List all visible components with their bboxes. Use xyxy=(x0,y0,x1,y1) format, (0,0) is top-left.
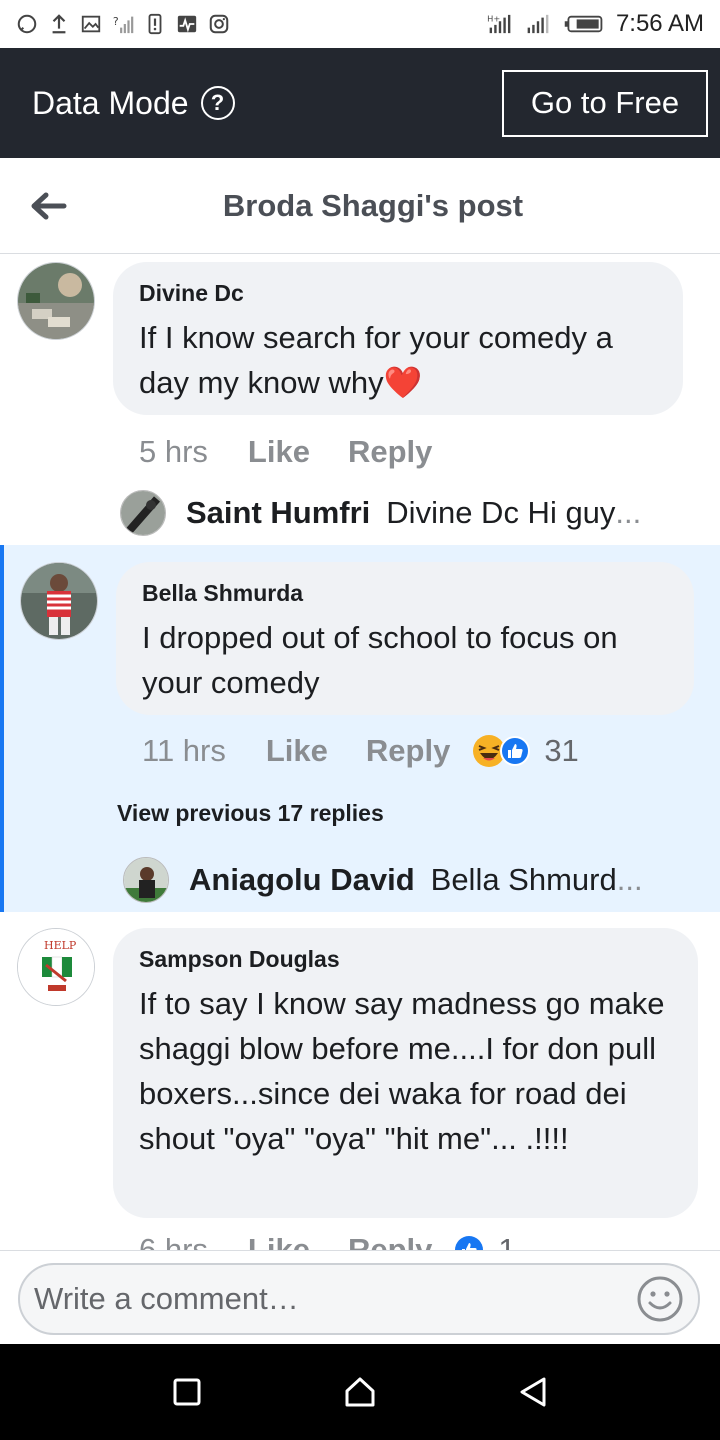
upload-icon xyxy=(52,14,66,34)
comment-input[interactable] xyxy=(34,1281,636,1317)
alert-icon xyxy=(148,13,162,35)
status-bar: ? H+ 7:56 AM xyxy=(0,0,720,48)
reply-button[interactable]: Reply xyxy=(348,434,432,470)
reaction-count: 1 xyxy=(498,1232,516,1250)
go-to-free-button[interactable]: Go to Free xyxy=(502,69,708,137)
comment-composer xyxy=(0,1250,720,1344)
reply-text: Bella Shmurd xyxy=(430,862,617,897)
comment-actions: 11 hrs Like Reply 31 xyxy=(142,733,579,769)
reply-button[interactable]: Reply xyxy=(366,733,450,769)
reply-author: Saint Humfri xyxy=(186,495,371,530)
avatar xyxy=(120,490,166,536)
avatar[interactable] xyxy=(20,562,98,640)
instagram-icon xyxy=(209,14,229,34)
comment-time[interactable]: 5 hrs xyxy=(139,434,208,470)
reply-text: Divine Dc Hi guy xyxy=(386,495,616,530)
post-header: Broda Shaggi's post xyxy=(0,158,720,254)
status-time: 7:56 AM xyxy=(615,10,704,37)
signal-h-icon: H+ xyxy=(487,13,511,34)
status-left-icons: ? xyxy=(16,13,230,35)
data-mode-title: Data Mode xyxy=(32,84,189,121)
comment-text: I dropped out of school to focus on your… xyxy=(142,620,618,700)
comment-bella-shmurda: Bella Shmurda I dropped out of school to… xyxy=(0,545,720,912)
ellipsis: ... xyxy=(615,495,642,530)
recents-square-icon[interactable] xyxy=(167,1372,207,1412)
svg-text:H+: H+ xyxy=(487,13,500,23)
avatar[interactable]: HELP xyxy=(17,928,95,1006)
comment-bubble[interactable]: Bella Shmurda I dropped out of school to… xyxy=(116,562,694,715)
comment-text: If I know search for your comedy a day m… xyxy=(139,320,613,400)
signal-question-icon: ? xyxy=(113,15,134,34)
system-nav-bar xyxy=(0,1344,720,1440)
reply-button[interactable]: Reply xyxy=(348,1232,432,1250)
ellipsis: ... xyxy=(616,862,643,897)
svg-text:HELP: HELP xyxy=(44,939,77,952)
comment-time[interactable]: 11 hrs xyxy=(142,733,226,769)
comment-divine-dc: Divine Dc If I know search for your come… xyxy=(0,254,720,545)
comment-author[interactable]: Bella Shmurda xyxy=(142,580,668,607)
battery-icon xyxy=(564,15,603,33)
activity-icon xyxy=(177,15,197,33)
image-icon xyxy=(81,15,101,33)
comment-text: If to say I know say madness go make sha… xyxy=(139,986,665,1156)
like-reaction-icon xyxy=(500,736,531,766)
like-button[interactable]: Like xyxy=(248,434,310,470)
comment-actions: 5 hrs Like Reply xyxy=(139,434,470,470)
reply-preview[interactable]: Saint Humfri Divine Dc Hi guy... xyxy=(120,490,680,536)
comment-sampson-douglas: HELP Sampson Douglas If to say I know sa… xyxy=(0,912,720,1250)
avatar xyxy=(123,857,169,903)
like-reaction-icon[interactable] xyxy=(454,1235,484,1250)
signal-bars-icon xyxy=(527,14,549,34)
back-triangle-icon[interactable] xyxy=(513,1372,553,1412)
reaction-count: 31 xyxy=(544,733,579,768)
comment-author[interactable]: Divine Dc xyxy=(139,280,657,307)
like-button[interactable]: Like xyxy=(248,1232,310,1250)
home-icon[interactable] xyxy=(340,1372,380,1412)
svg-text:?: ? xyxy=(113,15,119,28)
view-previous-replies[interactable]: View previous 17 replies xyxy=(117,800,384,827)
like-button[interactable]: Like xyxy=(266,733,328,769)
comment-time[interactable]: 6 hrs xyxy=(139,1232,208,1250)
reactions[interactable]: 31 xyxy=(472,733,579,769)
comment-bubble[interactable]: Divine Dc If I know search for your come… xyxy=(113,262,683,415)
reply-preview[interactable]: Aniagolu David Bella Shmurd... xyxy=(123,857,683,903)
comment-bubble[interactable]: Sampson Douglas If to say I know say mad… xyxy=(113,928,698,1218)
avatar[interactable] xyxy=(17,262,95,340)
chat-bubble-icon xyxy=(17,14,37,34)
comment-author[interactable]: Sampson Douglas xyxy=(139,946,672,973)
comment-actions: 6 hrs Like Reply 1 xyxy=(139,1232,516,1250)
data-mode-bar: Data Mode ? Go to Free xyxy=(0,48,720,158)
comment-input-container[interactable] xyxy=(18,1263,700,1335)
smiley-icon[interactable] xyxy=(636,1275,684,1323)
status-right: H+ 7:56 AM xyxy=(486,10,704,38)
page-title: Broda Shaggi's post xyxy=(222,188,524,223)
reply-author: Aniagolu David xyxy=(189,862,415,897)
question-circle-icon[interactable]: ? xyxy=(200,86,235,120)
